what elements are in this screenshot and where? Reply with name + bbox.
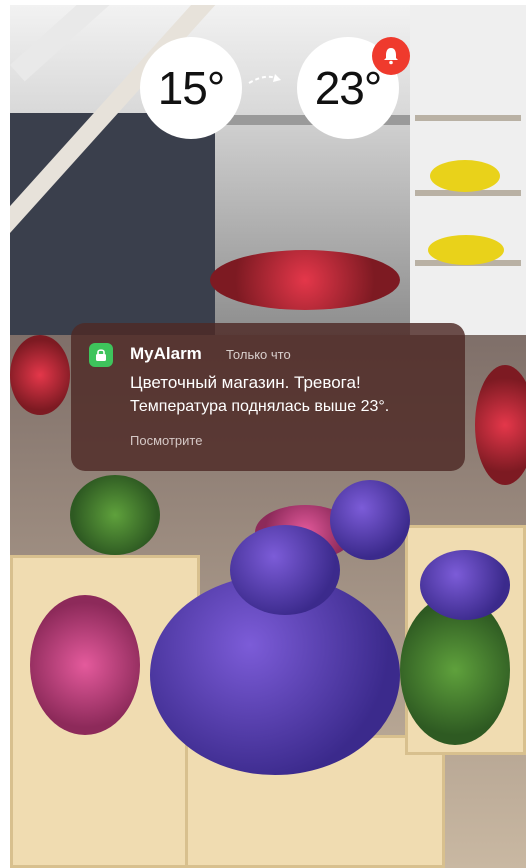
screen: 15° 23° MyAlarm Только что Цветочный маг… (10, 5, 526, 868)
notification-card[interactable]: MyAlarm Только что Цветочный магазин. Тр… (71, 323, 465, 471)
lock-icon (96, 349, 106, 361)
notification-title: Цветочный магазин. Тревога! (130, 373, 361, 392)
view-action[interactable]: Посмотрите (130, 433, 202, 448)
notification-app-name: MyAlarm (130, 344, 202, 363)
dashed-arrow-icon (248, 74, 281, 84)
notification-body: Температура поднялась выше 23°. (130, 398, 390, 415)
bell-icon (384, 48, 398, 65)
temperature-from-value: 15° (157, 62, 226, 114)
alert-badge (372, 37, 410, 75)
notification-time: Только что (226, 347, 291, 362)
app-icon (89, 343, 113, 367)
temperature-from: 15° (140, 37, 242, 139)
temperature-to-value: 23° (314, 62, 383, 114)
